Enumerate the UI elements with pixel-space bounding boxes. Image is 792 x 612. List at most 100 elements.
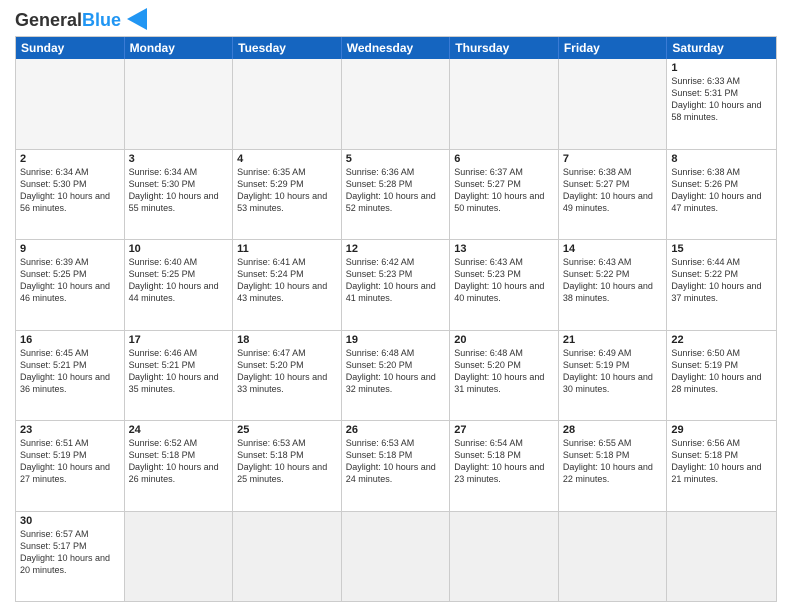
calendar-cell-3-7: 15Sunrise: 6:44 AM Sunset: 5:22 PM Dayli… [667, 240, 776, 330]
day-number: 20 [454, 334, 554, 346]
day-number: 28 [563, 424, 663, 436]
day-info: Sunrise: 6:43 AM Sunset: 5:22 PM Dayligh… [563, 256, 663, 305]
day-info: Sunrise: 6:35 AM Sunset: 5:29 PM Dayligh… [237, 166, 337, 215]
day-number: 21 [563, 334, 663, 346]
weekday-header-thursday: Thursday [450, 37, 559, 59]
day-number: 22 [671, 334, 772, 346]
day-info: Sunrise: 6:54 AM Sunset: 5:18 PM Dayligh… [454, 437, 554, 486]
calendar-cell-4-5: 20Sunrise: 6:48 AM Sunset: 5:20 PM Dayli… [450, 331, 559, 421]
day-info: Sunrise: 6:47 AM Sunset: 5:20 PM Dayligh… [237, 347, 337, 396]
weekday-header-friday: Friday [559, 37, 668, 59]
day-number: 24 [129, 424, 229, 436]
day-info: Sunrise: 6:38 AM Sunset: 5:27 PM Dayligh… [563, 166, 663, 215]
calendar-cell-1-2 [125, 59, 234, 149]
calendar-row-3: 9Sunrise: 6:39 AM Sunset: 5:25 PM Daylig… [16, 239, 776, 330]
day-number: 26 [346, 424, 446, 436]
calendar-cell-6-6 [559, 512, 668, 602]
day-number: 18 [237, 334, 337, 346]
calendar-page: GeneralBlue SundayMondayTuesdayWednesday… [0, 0, 792, 612]
day-number: 4 [237, 153, 337, 165]
calendar-cell-1-7: 1Sunrise: 6:33 AM Sunset: 5:31 PM Daylig… [667, 59, 776, 149]
calendar-cell-3-5: 13Sunrise: 6:43 AM Sunset: 5:23 PM Dayli… [450, 240, 559, 330]
calendar-row-2: 2Sunrise: 6:34 AM Sunset: 5:30 PM Daylig… [16, 149, 776, 240]
calendar-cell-2-5: 6Sunrise: 6:37 AM Sunset: 5:27 PM Daylig… [450, 150, 559, 240]
day-number: 19 [346, 334, 446, 346]
calendar-cell-1-6 [559, 59, 668, 149]
header: GeneralBlue [15, 10, 777, 30]
calendar-row-4: 16Sunrise: 6:45 AM Sunset: 5:21 PM Dayli… [16, 330, 776, 421]
calendar-cell-3-1: 9Sunrise: 6:39 AM Sunset: 5:25 PM Daylig… [16, 240, 125, 330]
day-number: 6 [454, 153, 554, 165]
calendar-cell-3-3: 11Sunrise: 6:41 AM Sunset: 5:24 PM Dayli… [233, 240, 342, 330]
day-info: Sunrise: 6:34 AM Sunset: 5:30 PM Dayligh… [20, 166, 120, 215]
calendar-cell-5-6: 28Sunrise: 6:55 AM Sunset: 5:18 PM Dayli… [559, 421, 668, 511]
calendar-body: 1Sunrise: 6:33 AM Sunset: 5:31 PM Daylig… [16, 59, 776, 601]
day-info: Sunrise: 6:52 AM Sunset: 5:18 PM Dayligh… [129, 437, 229, 486]
day-info: Sunrise: 6:39 AM Sunset: 5:25 PM Dayligh… [20, 256, 120, 305]
day-number: 30 [20, 515, 120, 527]
calendar-cell-4-1: 16Sunrise: 6:45 AM Sunset: 5:21 PM Dayli… [16, 331, 125, 421]
calendar-cell-6-2 [125, 512, 234, 602]
day-info: Sunrise: 6:42 AM Sunset: 5:23 PM Dayligh… [346, 256, 446, 305]
weekday-header-sunday: Sunday [16, 37, 125, 59]
calendar-cell-4-7: 22Sunrise: 6:50 AM Sunset: 5:19 PM Dayli… [667, 331, 776, 421]
calendar-cell-3-6: 14Sunrise: 6:43 AM Sunset: 5:22 PM Dayli… [559, 240, 668, 330]
day-info: Sunrise: 6:55 AM Sunset: 5:18 PM Dayligh… [563, 437, 663, 486]
calendar-cell-5-4: 26Sunrise: 6:53 AM Sunset: 5:18 PM Dayli… [342, 421, 451, 511]
calendar-cell-5-3: 25Sunrise: 6:53 AM Sunset: 5:18 PM Dayli… [233, 421, 342, 511]
weekday-header-saturday: Saturday [667, 37, 776, 59]
day-number: 9 [20, 243, 120, 255]
day-info: Sunrise: 6:53 AM Sunset: 5:18 PM Dayligh… [346, 437, 446, 486]
day-info: Sunrise: 6:50 AM Sunset: 5:19 PM Dayligh… [671, 347, 772, 396]
day-number: 14 [563, 243, 663, 255]
day-number: 27 [454, 424, 554, 436]
day-number: 15 [671, 243, 772, 255]
day-info: Sunrise: 6:36 AM Sunset: 5:28 PM Dayligh… [346, 166, 446, 215]
logo: GeneralBlue [15, 10, 151, 30]
calendar-cell-4-3: 18Sunrise: 6:47 AM Sunset: 5:20 PM Dayli… [233, 331, 342, 421]
calendar-cell-2-7: 8Sunrise: 6:38 AM Sunset: 5:26 PM Daylig… [667, 150, 776, 240]
calendar-cell-4-2: 17Sunrise: 6:46 AM Sunset: 5:21 PM Dayli… [125, 331, 234, 421]
calendar-cell-6-5 [450, 512, 559, 602]
day-number: 12 [346, 243, 446, 255]
day-info: Sunrise: 6:57 AM Sunset: 5:17 PM Dayligh… [20, 528, 120, 577]
day-info: Sunrise: 6:48 AM Sunset: 5:20 PM Dayligh… [346, 347, 446, 396]
calendar-cell-2-4: 5Sunrise: 6:36 AM Sunset: 5:28 PM Daylig… [342, 150, 451, 240]
day-number: 10 [129, 243, 229, 255]
calendar-cell-2-3: 4Sunrise: 6:35 AM Sunset: 5:29 PM Daylig… [233, 150, 342, 240]
weekday-header-tuesday: Tuesday [233, 37, 342, 59]
day-number: 17 [129, 334, 229, 346]
day-number: 1 [671, 62, 772, 74]
day-number: 16 [20, 334, 120, 346]
calendar-cell-2-2: 3Sunrise: 6:34 AM Sunset: 5:30 PM Daylig… [125, 150, 234, 240]
calendar-cell-2-6: 7Sunrise: 6:38 AM Sunset: 5:27 PM Daylig… [559, 150, 668, 240]
day-info: Sunrise: 6:48 AM Sunset: 5:20 PM Dayligh… [454, 347, 554, 396]
calendar-row-1: 1Sunrise: 6:33 AM Sunset: 5:31 PM Daylig… [16, 59, 776, 149]
calendar-cell-6-1: 30Sunrise: 6:57 AM Sunset: 5:17 PM Dayli… [16, 512, 125, 602]
day-number: 8 [671, 153, 772, 165]
weekday-header-monday: Monday [125, 37, 234, 59]
day-info: Sunrise: 6:34 AM Sunset: 5:30 PM Dayligh… [129, 166, 229, 215]
calendar-cell-1-1 [16, 59, 125, 149]
day-number: 7 [563, 153, 663, 165]
day-info: Sunrise: 6:40 AM Sunset: 5:25 PM Dayligh… [129, 256, 229, 305]
calendar-cell-5-7: 29Sunrise: 6:56 AM Sunset: 5:18 PM Dayli… [667, 421, 776, 511]
day-info: Sunrise: 6:56 AM Sunset: 5:18 PM Dayligh… [671, 437, 772, 486]
day-info: Sunrise: 6:37 AM Sunset: 5:27 PM Dayligh… [454, 166, 554, 215]
calendar-header: SundayMondayTuesdayWednesdayThursdayFrid… [16, 37, 776, 59]
calendar-cell-5-1: 23Sunrise: 6:51 AM Sunset: 5:19 PM Dayli… [16, 421, 125, 511]
day-number: 29 [671, 424, 772, 436]
calendar-cell-4-6: 21Sunrise: 6:49 AM Sunset: 5:19 PM Dayli… [559, 331, 668, 421]
calendar-cell-5-2: 24Sunrise: 6:52 AM Sunset: 5:18 PM Dayli… [125, 421, 234, 511]
day-number: 23 [20, 424, 120, 436]
day-number: 5 [346, 153, 446, 165]
day-info: Sunrise: 6:41 AM Sunset: 5:24 PM Dayligh… [237, 256, 337, 305]
calendar-cell-1-5 [450, 59, 559, 149]
calendar-cell-6-7 [667, 512, 776, 602]
calendar-cell-2-1: 2Sunrise: 6:34 AM Sunset: 5:30 PM Daylig… [16, 150, 125, 240]
calendar-cell-6-4 [342, 512, 451, 602]
day-info: Sunrise: 6:45 AM Sunset: 5:21 PM Dayligh… [20, 347, 120, 396]
calendar: SundayMondayTuesdayWednesdayThursdayFrid… [15, 36, 777, 602]
logo-icon [123, 8, 151, 30]
calendar-cell-1-4 [342, 59, 451, 149]
